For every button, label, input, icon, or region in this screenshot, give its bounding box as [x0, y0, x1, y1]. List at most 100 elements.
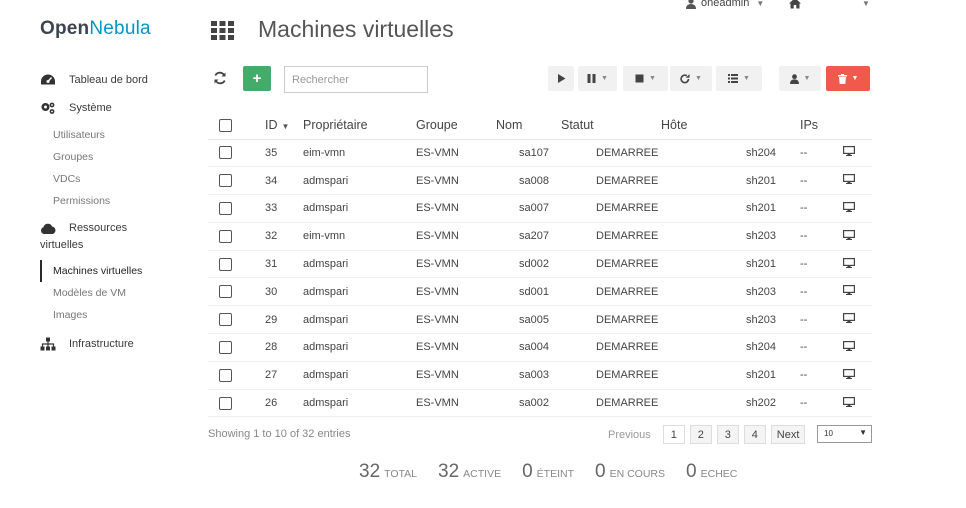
search-input[interactable]: [284, 66, 428, 93]
column-header-name[interactable]: Nom: [496, 112, 561, 140]
sidebar-item-system[interactable]: Système: [40, 96, 200, 120]
row-checkbox[interactable]: [219, 201, 232, 215]
cell-status: DEMARREE: [561, 139, 661, 168]
cell-host: sh204: [661, 139, 776, 168]
cell-status: DEMARREE: [561, 166, 661, 196]
home-icon[interactable]: [789, 0, 801, 9]
table-row[interactable]: 27 admspari ES-VMN sa003 DEMARREE sh201 --: [208, 361, 872, 390]
cell-name: sa004: [496, 333, 561, 362]
repeat-icon: [680, 73, 690, 83]
desktop-icon[interactable]: [843, 146, 855, 157]
sidebar-item-users[interactable]: Utilisateurs: [40, 124, 200, 146]
row-select-cell: [208, 166, 265, 196]
user-menu[interactable]: oneadmin ▼: [686, 0, 764, 9]
column-header-ips[interactable]: IPs: [776, 112, 821, 140]
column-header-id[interactable]: ID ▼: [265, 112, 303, 140]
next-page-button[interactable]: Next: [770, 425, 806, 444]
cell-owner: admspari: [303, 305, 416, 335]
cell-id: 28: [265, 333, 303, 362]
desktop-icon[interactable]: [843, 285, 855, 296]
table-row[interactable]: 35 eim-vmn ES-VMN sa107 DEMARREE sh204 --: [208, 139, 872, 168]
row-checkbox[interactable]: [219, 340, 232, 354]
sidebar-item-permissions[interactable]: Permissions: [40, 190, 200, 212]
table-row[interactable]: 26 admspari ES-VMN sa002 DEMARREE sh202 --: [208, 389, 872, 418]
sidebar-item-infrastructure[interactable]: Infrastructure: [40, 332, 200, 356]
table-row[interactable]: 32 eim-vmn ES-VMN sa207 DEMARREE sh203 --: [208, 222, 872, 251]
table-row[interactable]: 31 admspari ES-VMN sd002 DEMARREE sh201 --: [208, 250, 872, 279]
row-checkbox[interactable]: [219, 229, 232, 243]
desktop-icon[interactable]: [843, 201, 855, 212]
cell-id: 29: [265, 305, 303, 335]
previous-page-button[interactable]: Previous: [608, 429, 651, 441]
play-button[interactable]: [548, 66, 574, 91]
desktop-icon[interactable]: [843, 174, 855, 185]
zone-menu-chevron-icon[interactable]: ▼: [862, 0, 870, 8]
column-header-owner[interactable]: Propriétaire: [303, 112, 416, 140]
cell-group: ES-VMN: [416, 166, 496, 196]
cell-group: ES-VMN: [416, 139, 496, 168]
row-checkbox[interactable]: [219, 174, 232, 188]
desktop-icon[interactable]: [843, 229, 855, 240]
sidebar-item-groups[interactable]: Groupes: [40, 146, 200, 168]
row-checkbox[interactable]: [219, 368, 232, 382]
cell-id: 35: [265, 139, 303, 168]
sidebar-item-vm-templates[interactable]: Modèles de VM: [40, 282, 200, 304]
page-button-3[interactable]: 3: [716, 425, 739, 444]
select-all-checkbox[interactable]: [219, 119, 232, 133]
desktop-icon[interactable]: [843, 396, 855, 407]
table-row[interactable]: 30 admspari ES-VMN sd001 DEMARREE sh203 --: [208, 277, 872, 307]
chevron-down-icon: ▼: [803, 75, 811, 82]
pause-dropdown-button[interactable]: ▼: [578, 66, 617, 91]
user-icon: [789, 73, 799, 84]
row-checkbox[interactable]: [219, 396, 232, 410]
reboot-dropdown-button[interactable]: ▼: [670, 66, 712, 91]
page-button-1[interactable]: 1: [662, 425, 685, 444]
sidebar-item-label: Tableau de bord: [69, 74, 148, 86]
row-checkbox[interactable]: [219, 313, 232, 327]
refresh-button[interactable]: [211, 68, 229, 88]
column-header-host[interactable]: Hôte: [661, 112, 776, 140]
cell-owner: admspari: [303, 277, 416, 307]
page-size-select[interactable]: 10 ▼: [817, 425, 872, 443]
stop-dropdown-button[interactable]: ▼: [623, 66, 668, 91]
cell-host: sh203: [661, 305, 776, 335]
cell-vnc: [821, 222, 872, 251]
add-vm-button[interactable]: +: [243, 66, 271, 91]
cell-status: DEMARREE: [561, 277, 661, 307]
sidebar-item-vdcs[interactable]: VDCs: [40, 168, 200, 190]
row-checkbox[interactable]: [219, 146, 232, 160]
sidebar-item-virtual-resources[interactable]: Ressources virtuelles: [40, 220, 200, 254]
column-header-status[interactable]: Statut: [561, 112, 661, 140]
page-button-4[interactable]: 4: [743, 425, 766, 444]
table-row[interactable]: 28 admspari ES-VMN sa004 DEMARREE sh204 --: [208, 333, 872, 362]
cell-owner: eim-vmn: [303, 139, 416, 168]
more-actions-dropdown-button[interactable]: ▼: [716, 66, 762, 91]
cell-ips: --: [776, 139, 821, 168]
column-header-vnc: [821, 112, 872, 140]
cell-ips: --: [776, 389, 821, 418]
sidebar-item-virtual-machines[interactable]: Machines virtuelles: [40, 260, 200, 282]
sidebar-item-dashboard[interactable]: Tableau de bord: [40, 68, 200, 92]
cell-status: DEMARREE: [561, 194, 661, 223]
row-checkbox[interactable]: [219, 257, 232, 271]
table-row[interactable]: 33 admspari ES-VMN sa007 DEMARREE sh201 --: [208, 194, 872, 223]
desktop-icon[interactable]: [843, 368, 855, 379]
page-button-2[interactable]: 2: [689, 425, 712, 444]
desktop-icon[interactable]: [843, 340, 855, 351]
change-owner-dropdown-button[interactable]: ▼: [779, 66, 821, 91]
table-row[interactable]: 29 admspari ES-VMN sa005 DEMARREE sh203 --: [208, 305, 872, 335]
opennebula-logo[interactable]: OpenNebula: [40, 18, 151, 40]
cell-id: 27: [265, 361, 303, 390]
column-header-group[interactable]: Groupe: [416, 112, 496, 140]
sidebar-item-images[interactable]: Images: [40, 304, 200, 326]
cell-vnc: [821, 361, 872, 390]
cell-name: sa008: [496, 166, 561, 196]
desktop-icon[interactable]: [843, 313, 855, 324]
cell-owner: admspari: [303, 361, 416, 390]
delete-dropdown-button[interactable]: ▼: [826, 66, 870, 91]
cell-owner: admspari: [303, 194, 416, 223]
row-checkbox[interactable]: [219, 285, 232, 299]
cell-group: ES-VMN: [416, 333, 496, 362]
table-row[interactable]: 34 admspari ES-VMN sa008 DEMARREE sh201 --: [208, 166, 872, 196]
desktop-icon[interactable]: [843, 257, 855, 268]
